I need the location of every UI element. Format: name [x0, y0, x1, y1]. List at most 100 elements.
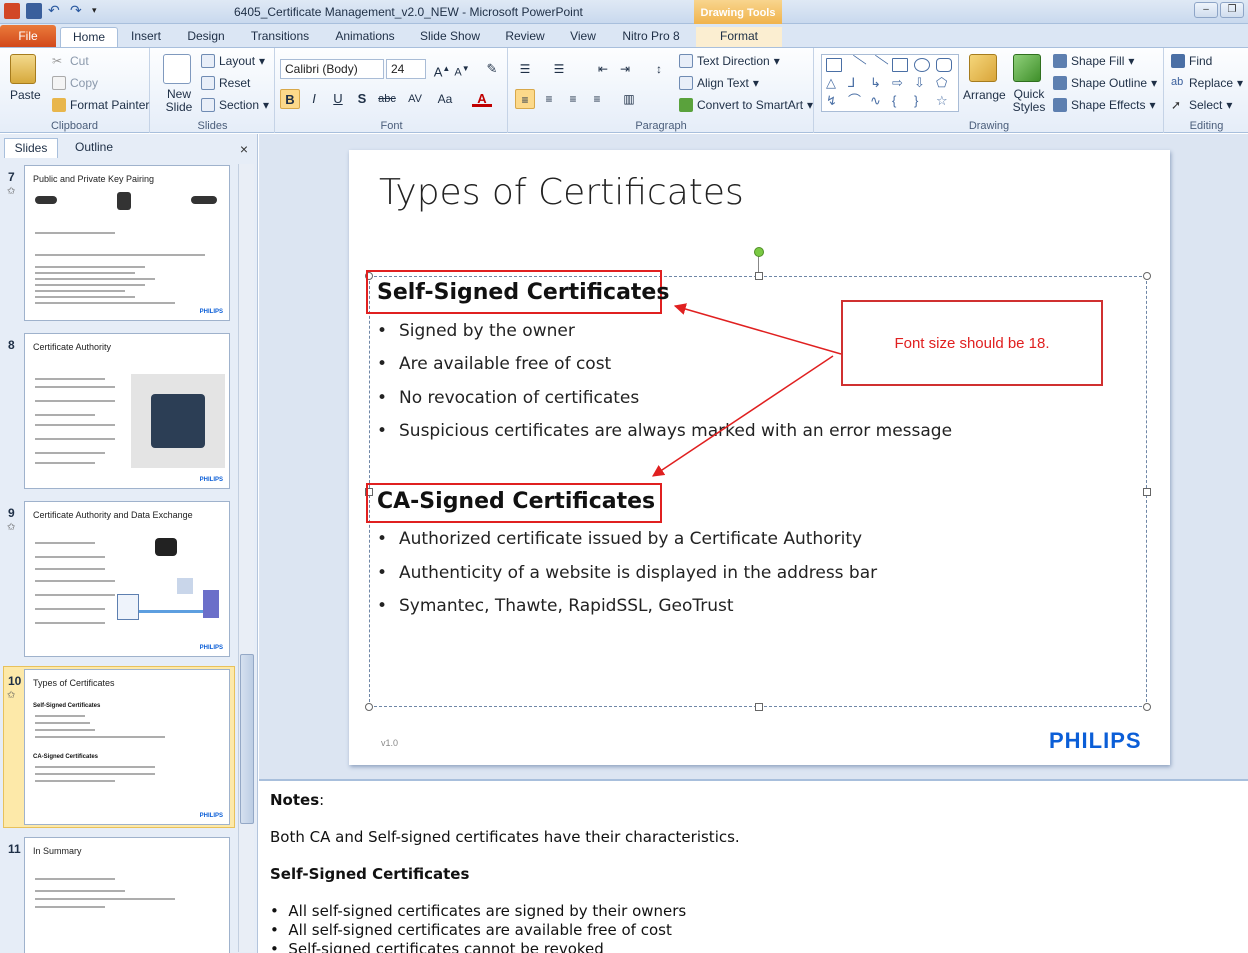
convert-smartart-button[interactable]: Convert to SmartArt ▾ — [679, 98, 813, 112]
numbering-icon[interactable]: ☰ — [549, 59, 569, 79]
replace-button[interactable]: ab Replace ▾ — [1171, 76, 1243, 90]
line-shape-icon[interactable] — [845, 54, 867, 76]
slide-thumbnail-9[interactable]: Certificate Authority and Data Exchange … — [24, 501, 230, 657]
tab-design[interactable]: Design — [182, 27, 230, 48]
quick-styles-button[interactable]: Quick Styles — [1009, 88, 1049, 114]
font-size-combo[interactable]: 24 — [386, 59, 426, 79]
tab-home[interactable]: Home — [60, 27, 118, 48]
tab-file[interactable]: File — [0, 25, 56, 47]
align-text-button[interactable]: Align Text ▾ — [679, 76, 759, 90]
save-icon[interactable] — [26, 3, 42, 19]
oval-shape-icon[interactable] — [914, 58, 930, 72]
section-button[interactable]: Section ▾ — [201, 98, 269, 112]
resize-handle[interactable] — [1143, 488, 1151, 496]
character-spacing-button[interactable]: AV — [402, 89, 428, 109]
rotation-handle[interactable] — [754, 247, 764, 257]
bullet-item[interactable]: No revocation of certificates — [377, 388, 639, 408]
triangle-shape-icon[interactable]: △ — [826, 76, 842, 91]
resize-handle[interactable] — [1143, 703, 1151, 711]
align-left-button[interactable]: ≡ — [515, 89, 535, 109]
clear-formatting-icon[interactable]: ✎ — [482, 59, 502, 79]
bullet-item[interactable]: Signed by the owner — [377, 321, 575, 341]
tab-review[interactable]: Review — [500, 27, 550, 48]
change-case-button[interactable]: Aa — [432, 89, 458, 109]
shape-outline-button[interactable]: Shape Outline ▾ — [1053, 76, 1157, 90]
copy-button[interactable]: Copy — [52, 76, 98, 90]
bullet-item[interactable]: Are available free of cost — [377, 354, 611, 374]
resize-handle[interactable] — [755, 272, 763, 280]
new-slide-button[interactable]: New Slide — [161, 88, 197, 114]
right-arrow-shape-icon[interactable]: ⇨ — [892, 76, 908, 91]
tab-view[interactable]: View — [564, 27, 602, 48]
shapes-gallery[interactable]: △ ⅃ ↳ ⇨ ⇩ ⬠ ↯ ⌒ ∿ { } ☆ — [821, 54, 959, 112]
arc-shape-icon[interactable]: ⌒ — [848, 94, 864, 109]
grow-font-button[interactable]: A▲ — [432, 59, 452, 79]
bullet-item[interactable]: Authenticity of a website is displayed i… — [377, 563, 877, 583]
bullets-icon[interactable]: ☰ — [515, 59, 535, 79]
left-brace-shape-icon[interactable]: { — [892, 94, 908, 109]
justify-button[interactable]: ≡ — [587, 89, 607, 109]
bullet-item[interactable]: Suspicious certificates are always marke… — [377, 421, 952, 441]
cut-button[interactable]: ✂ Cut — [52, 54, 89, 68]
tab-outline[interactable]: Outline — [62, 138, 126, 158]
bullet-item[interactable]: Authorized certificate issued by a Certi… — [377, 529, 862, 549]
bold-button[interactable]: B — [280, 89, 300, 109]
line-spacing-icon[interactable]: ↕ — [649, 59, 669, 79]
format-painter-button[interactable]: Format Painter — [52, 98, 149, 112]
customize-toolbar-icon[interactable]: ▾ — [92, 3, 108, 19]
underline-button[interactable]: U — [328, 89, 348, 109]
slide-thumbnail-10[interactable]: Types of Certificates Self-Signed Certif… — [24, 669, 230, 825]
shape-effects-button[interactable]: Shape Effects ▾ — [1053, 98, 1156, 112]
redo-icon[interactable]: ↷ — [70, 3, 86, 19]
elbow-connector-icon[interactable]: ⅃ — [848, 76, 864, 91]
reset-button[interactable]: Reset — [201, 76, 250, 90]
slide[interactable]: Types of Certificates Self-Signed Certif… — [349, 150, 1170, 765]
slide-thumbnail-7[interactable]: Public and Private Key Pairing PHILIPS — [24, 165, 230, 321]
strikethrough-button[interactable]: abc — [374, 89, 400, 109]
tab-transitions[interactable]: Transitions — [246, 27, 314, 48]
paste-button[interactable]: Paste — [10, 88, 41, 102]
decrease-indent-icon[interactable]: ⇤ — [593, 59, 613, 79]
tab-animations[interactable]: Animations — [330, 27, 400, 48]
freeform-shape-icon[interactable]: ∿ — [870, 94, 886, 109]
rounded-rect-shape-icon[interactable] — [936, 58, 952, 72]
close-icon[interactable]: × — [240, 141, 248, 157]
tab-slides[interactable]: Slides — [4, 138, 58, 158]
curve-shape-icon[interactable]: ↯ — [826, 94, 842, 109]
scrollbar-thumb[interactable] — [240, 654, 254, 824]
undo-icon[interactable]: ↶ — [48, 3, 64, 19]
align-right-button[interactable]: ≡ — [563, 89, 583, 109]
slide-thumbnail-11[interactable]: In Summary — [24, 837, 230, 953]
star-shape-icon[interactable]: ☆ — [936, 94, 952, 109]
panel-scrollbar[interactable] — [238, 164, 254, 952]
heading-ca-signed[interactable]: CA-Signed Certificates — [377, 489, 655, 514]
textbox-shape-icon[interactable] — [826, 58, 842, 72]
columns-icon[interactable]: ▥ — [619, 89, 639, 109]
tab-insert[interactable]: Insert — [124, 27, 168, 48]
resize-handle[interactable] — [365, 703, 373, 711]
arrow-shape-icon[interactable] — [867, 54, 889, 76]
tab-nitro[interactable]: Nitro Pro 8 — [618, 27, 684, 48]
heading-self-signed[interactable]: Self-Signed Certificates — [377, 280, 669, 305]
align-center-button[interactable]: ≡ — [539, 89, 559, 109]
font-family-combo[interactable]: Calibri (Body) — [280, 59, 384, 79]
bullet-item[interactable]: Symantec, Thawte, RapidSSL, GeoTrust — [377, 596, 734, 616]
elbow-arrow-icon[interactable]: ↳ — [870, 76, 886, 91]
tab-slide-show[interactable]: Slide Show — [416, 27, 484, 48]
down-arrow-shape-icon[interactable]: ⇩ — [914, 76, 930, 91]
slide-title[interactable]: Types of Certificates — [379, 172, 744, 213]
find-button[interactable]: Find — [1171, 54, 1212, 68]
slide-thumbnail-8[interactable]: Certificate Authority PHILIPS — [24, 333, 230, 489]
right-brace-shape-icon[interactable]: } — [914, 94, 930, 109]
shape-fill-button[interactable]: Shape Fill ▾ — [1053, 54, 1134, 68]
shadow-button[interactable]: S — [352, 89, 372, 109]
increase-indent-icon[interactable]: ⇥ — [615, 59, 635, 79]
restore-button[interactable]: ❐ — [1220, 2, 1244, 18]
resize-handle[interactable] — [755, 703, 763, 711]
notes-pane[interactable]: Notes: Both CA and Self-signed certifica… — [259, 779, 1248, 953]
minimize-button[interactable]: – — [1194, 2, 1218, 18]
tab-format[interactable]: Format — [696, 27, 782, 48]
resize-handle[interactable] — [1143, 272, 1151, 280]
arrange-button[interactable]: Arrange — [963, 88, 1006, 102]
rectangle-shape-icon[interactable] — [892, 58, 908, 72]
